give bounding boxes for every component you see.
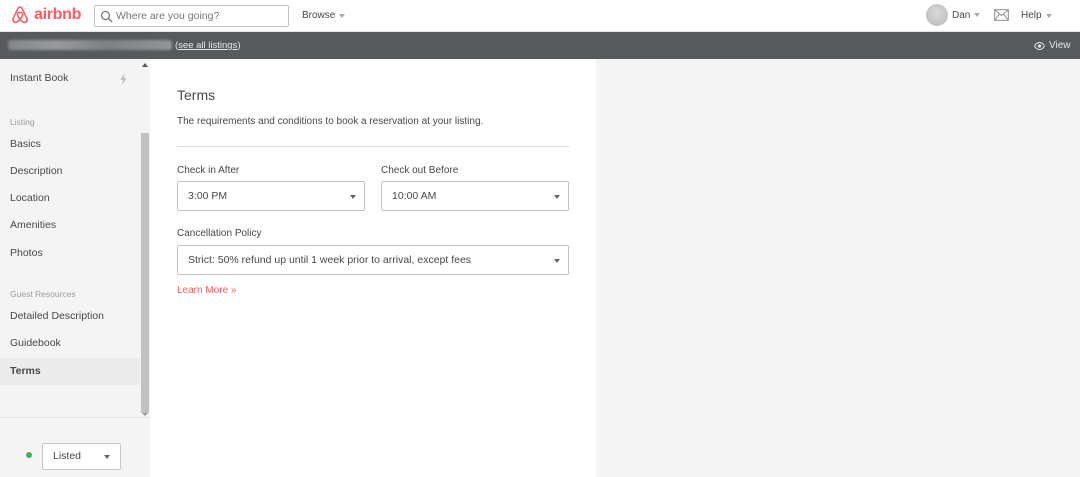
status-indicator-dot [26, 452, 32, 458]
help-label: Help [1021, 10, 1042, 21]
search-input[interactable] [116, 10, 286, 22]
chevron-down-icon [350, 195, 356, 199]
airbnb-logo-icon [12, 6, 28, 24]
sidebar: Instant Book Listing Basics Description … [0, 59, 150, 477]
sidebar-scrollbar[interactable] [140, 59, 150, 417]
check-out-label: Check out Before [381, 165, 459, 176]
mail-icon[interactable] [994, 9, 1009, 21]
sidebar-section-listing: Listing [10, 117, 35, 127]
sidebar-item-guidebook[interactable]: Guidebook [0, 330, 140, 357]
chevron-down-icon [974, 13, 981, 17]
browse-label: Browse [302, 10, 336, 21]
check-in-label: Check in After [177, 165, 240, 176]
page-description: The requirements and conditions to book … [177, 116, 484, 127]
main-content: Terms The requirements and conditions to… [150, 59, 596, 477]
eye-icon [1034, 41, 1045, 50]
cancellation-policy-value: Strict: 50% refund up until 1 week prior… [188, 254, 472, 266]
sidebar-item-label: Photos [10, 247, 43, 259]
see-all-listings: (see all listings) [175, 40, 241, 51]
sidebar-item-label: Basics [10, 138, 41, 150]
chevron-down-icon [339, 13, 346, 18]
help-menu[interactable]: Help [1021, 10, 1052, 21]
search-box[interactable] [94, 5, 289, 27]
see-all-listings-link[interactable]: see all listings [178, 40, 237, 51]
sidebar-item-label: Terms [10, 365, 41, 377]
chevron-down-icon [554, 195, 560, 199]
chevron-down-icon [1045, 13, 1052, 18]
search-icon [100, 10, 113, 22]
avatar [926, 4, 948, 26]
view-listing-button[interactable]: View [1034, 40, 1071, 51]
sidebar-item-description[interactable]: Description [0, 158, 140, 185]
user-menu[interactable]: Dan [926, 4, 981, 26]
view-label: View [1049, 40, 1071, 51]
check-in-value: 3:00 PM [188, 190, 228, 202]
check-out-select[interactable]: 10:00 AM [381, 181, 569, 211]
sidebar-divider [0, 417, 150, 418]
sidebar-item-label: Detailed Description [10, 310, 104, 322]
sidebar-item-label: Location [10, 192, 50, 204]
logo-text: airbnb [34, 6, 82, 23]
listing-name-redacted [8, 40, 172, 50]
sidebar-item-photos[interactable]: Photos [0, 240, 140, 267]
cancellation-policy-label: Cancellation Policy [177, 228, 262, 239]
sidebar-item-label: Instant Book [10, 72, 69, 84]
sidebar-item-amenities[interactable]: Amenities [0, 212, 140, 239]
sidebar-item-instant-book[interactable]: Instant Book [0, 65, 140, 92]
scroll-down-arrow-icon[interactable] [142, 413, 148, 416]
page-title: Terms [177, 87, 216, 103]
scrollbar-thumb[interactable] [141, 133, 149, 413]
sidebar-section-guest-resources: Guest Resources [10, 289, 76, 299]
lightning-bolt-icon [120, 73, 127, 85]
airbnb-logo[interactable]: airbnb [10, 5, 81, 25]
sidebar-item-label: Amenities [10, 219, 57, 231]
browse-menu[interactable]: Browse [302, 10, 346, 21]
sidebar-item-location[interactable]: Location [0, 185, 140, 212]
scroll-up-arrow-icon[interactable] [142, 63, 148, 67]
user-name: Dan [952, 9, 971, 21]
sidebar-item-label: Guidebook [10, 337, 61, 349]
listing-subheader: (see all listings) View [0, 32, 1080, 59]
learn-more-link[interactable]: Learn More » [177, 285, 236, 296]
listing-status-select[interactable]: Listed [42, 443, 121, 470]
preview-panel [596, 59, 1080, 477]
chevron-down-icon [554, 259, 560, 263]
divider [177, 146, 569, 147]
listing-status-value: Listed [53, 450, 82, 462]
sidebar-nav: Instant Book Listing Basics Description … [0, 59, 140, 417]
cancellation-policy-select[interactable]: Strict: 50% refund up until 1 week prior… [177, 245, 569, 275]
top-nav: airbnb Browse Dan Help [0, 0, 1080, 32]
check-out-value: 10:00 AM [392, 190, 437, 202]
chevron-down-icon [104, 455, 110, 459]
sidebar-item-terms[interactable]: Terms [0, 358, 140, 385]
check-in-select[interactable]: 3:00 PM [177, 181, 365, 211]
sidebar-item-detailed-description[interactable]: Detailed Description [0, 303, 140, 330]
sidebar-item-basics[interactable]: Basics [0, 131, 140, 158]
sidebar-item-label: Description [10, 165, 63, 177]
